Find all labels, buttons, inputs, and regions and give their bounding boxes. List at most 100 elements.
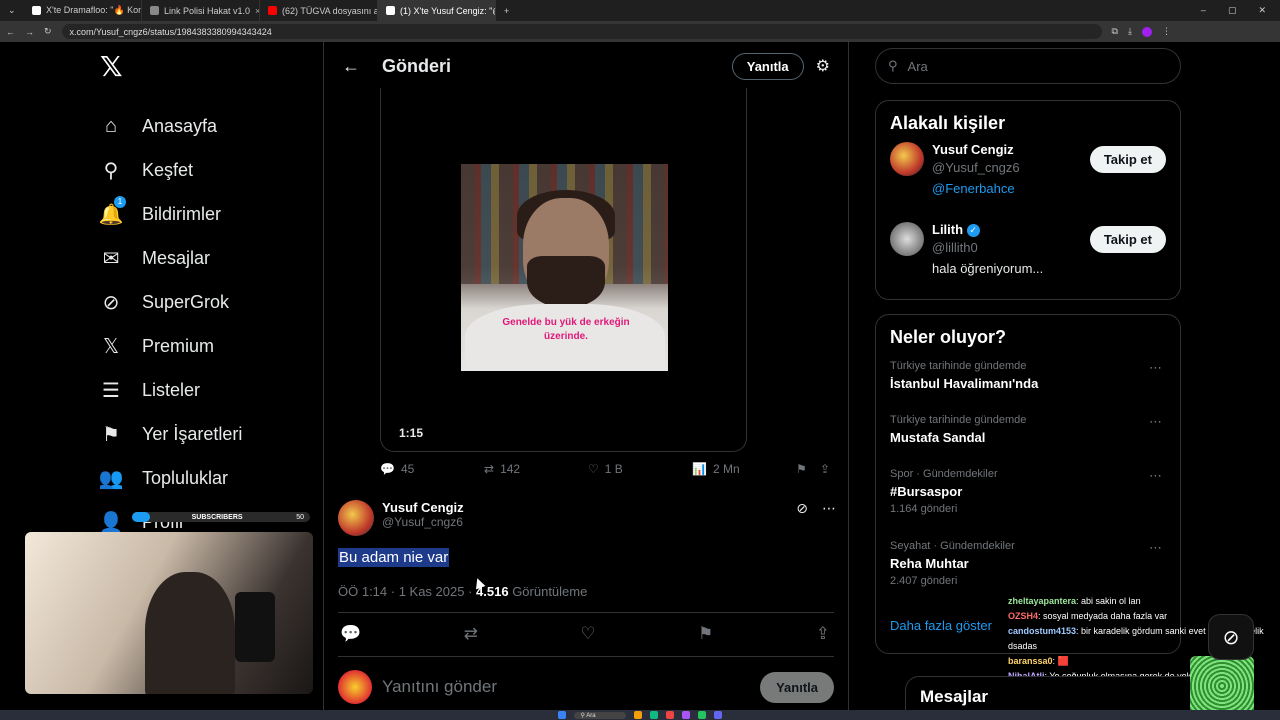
browser-tab[interactable]: (62) TÜGVA dosyasını açıyorum×	[260, 0, 378, 21]
author-handle[interactable]: @Yusuf_cngz6	[382, 515, 464, 529]
nav-item-mesajlar[interactable]: ✉ Mesajlar	[96, 236, 326, 280]
nav-item-keşfet[interactable]: ⚲ Keşfet	[96, 148, 326, 192]
profile-avatar-icon[interactable]	[1141, 26, 1152, 37]
main-post-author: Yusuf Cengiz @Yusuf_cngz6 ⊘ ⋯	[338, 500, 836, 536]
trend-item[interactable]: Türkiye tarihinde gündemde İstanbul Haval…	[876, 360, 1180, 414]
video-duration: 1:15	[399, 426, 424, 440]
discord-icon[interactable]	[713, 711, 722, 719]
related-person[interactable]: Yusuf Cengiz @Yusuf_cngz6 @Fenerbahce Ta…	[876, 142, 1180, 222]
author-name[interactable]: Yusuf Cengiz	[382, 500, 464, 515]
grok-floating-icon[interactable]: ⊘	[1208, 614, 1254, 660]
repost-icon: ⇄	[484, 462, 495, 476]
nav-item-bildirimler[interactable]: 🔔 1 Bildirimler	[96, 192, 326, 236]
more-options-icon[interactable]: ⋯	[1149, 540, 1162, 556]
search-input[interactable]: ⚲ Ara	[875, 48, 1181, 84]
nav-item-yer-i̇şaretleri[interactable]: ⚑ Yer İşaretleri	[96, 412, 326, 456]
reply-submit-button[interactable]: Yanıtla	[760, 671, 834, 703]
trend-title: #Bursaspor	[890, 484, 963, 499]
subscriber-count: 50	[296, 513, 304, 521]
browser-menu-icon[interactable]: ⋮	[1162, 26, 1171, 37]
chart-bars-icon: 📊	[692, 462, 707, 476]
video-thumbnail[interactable]: Genelde bu yük de erkeğin üzerinde.	[461, 164, 668, 371]
panel-title: Alakalı kişiler	[890, 113, 1006, 133]
follow-button[interactable]: Takip et	[1089, 226, 1166, 253]
share-icon[interactable]: ⇪	[820, 462, 830, 476]
app-icon[interactable]	[665, 711, 674, 719]
reply-icon[interactable]: 💬	[340, 624, 361, 644]
follow-button[interactable]: Takip et	[1089, 146, 1166, 173]
new-tab-icon[interactable]: +	[496, 0, 520, 21]
forward-nav-icon[interactable]: →	[25, 27, 34, 37]
repost-icon[interactable]: ⇄	[464, 624, 478, 644]
back-arrow-icon[interactable]: ←	[342, 56, 382, 77]
nav-item-label: Anasayfa	[142, 115, 218, 136]
taskbar-search[interactable]: ⚲ Ara	[574, 711, 626, 719]
person-bio[interactable]: @Fenerbahce	[932, 181, 1020, 196]
close-window-icon[interactable]: ✕	[1258, 5, 1266, 16]
repost-action[interactable]: ⇄ 142	[484, 462, 588, 476]
nav-item-listeler[interactable]: ☰ Listeler	[96, 368, 326, 412]
bookmark-icon[interactable]: ⚑	[698, 624, 713, 644]
windows-start-icon[interactable]	[558, 711, 567, 719]
avatar[interactable]	[890, 222, 924, 256]
extensions-icon[interactable]: ⧉	[1112, 26, 1118, 37]
minimize-icon[interactable]: –	[1201, 5, 1206, 16]
app-icon[interactable]	[633, 711, 642, 719]
nav-item-label: Listeler	[142, 379, 201, 400]
nav-list: ⌂ Anasayfa ⚲ Keşfet 🔔 1 Bildirimler ✉ Mesajlar ⊘ S…	[96, 104, 326, 544]
video-card[interactable]: Genelde bu yük de erkeğin üzerinde. 1:15	[380, 88, 747, 452]
app-icon[interactable]	[681, 711, 690, 719]
x-logo-icon[interactable]: 𝕏	[100, 50, 326, 86]
reply-action[interactable]: 💬 45	[380, 462, 484, 476]
views-action[interactable]: 📊 2 Mn	[692, 462, 796, 476]
post-timestamp[interactable]: ÖÖ 1:14 · 1 Kas 2025 ·	[338, 584, 476, 599]
app-icon[interactable]	[649, 711, 658, 719]
browser-tab[interactable]: Link Polisi Hakat v1.0 ×	[142, 0, 260, 21]
tab-menu-icon[interactable]: ⌄	[0, 0, 24, 21]
mail-icon: ✉	[102, 247, 120, 270]
maximize-icon[interactable]: ▢	[1228, 5, 1237, 16]
nav-item-supergrok[interactable]: ⊘ SuperGrok	[96, 280, 326, 324]
more-options-icon[interactable]: ⋯	[1149, 468, 1162, 484]
view-count: 2 Mn	[712, 462, 740, 476]
more-options-icon[interactable]: ⋯	[1149, 360, 1162, 376]
more-options-icon[interactable]: ⋯	[1149, 414, 1162, 430]
nav-item-topluluklar[interactable]: 👥 Topluluklar	[96, 456, 326, 500]
person-bio: hala öğreniyorum...	[932, 261, 1044, 277]
reload-icon[interactable]: ↻	[44, 26, 52, 37]
nav-item-anasayfa[interactable]: ⌂ Anasayfa	[96, 104, 326, 148]
reply-input[interactable]: Yanıtını gönder	[382, 677, 750, 697]
person-name[interactable]: Yusuf Cengiz	[932, 142, 1020, 157]
person-handle: @lillith0	[932, 240, 978, 256]
trend-item[interactable]: Türkiye tarihinde gündemde Mustafa Sandal…	[876, 414, 1180, 468]
tab-title: Link Polisi Hakat v1.0	[164, 5, 251, 16]
browser-tab[interactable]: X'te Dramafloo: "🔥 Konsol Oy×	[24, 0, 142, 21]
back-nav-icon[interactable]: ←	[6, 27, 15, 37]
reply-header-button[interactable]: Yanıtla	[731, 52, 804, 80]
person-name[interactable]: Lilith	[932, 222, 963, 237]
bookmark-icon[interactable]: ⚑	[796, 462, 820, 476]
grok-icon[interactable]: ⊘	[796, 500, 808, 536]
repost-count: 142	[500, 462, 521, 476]
heart-icon[interactable]: ♡	[580, 624, 595, 644]
subscriber-goal-bar: SUBSCRIBERS 50	[132, 512, 310, 522]
chat-username: baranssa0	[1008, 656, 1053, 666]
my-avatar[interactable]	[338, 670, 372, 704]
related-person[interactable]: Lilith ✓ @lillith0 hala öğreniyorum... T…	[876, 222, 1180, 302]
download-icon[interactable]: ⤓	[1128, 26, 1132, 37]
left-navigation: 𝕏 ⌂ Anasayfa ⚲ Keşfet 🔔 1 Bildirimler ✉ Mesajlar…	[96, 50, 326, 544]
avatar[interactable]	[890, 142, 924, 176]
browser-tab-active[interactable]: (1) X'te Yusuf Cengiz: "@lilith×	[378, 0, 496, 21]
more-options-icon[interactable]: ⋯	[822, 500, 836, 536]
main-post-actions: 💬 ⇄ ♡ ⚑ ⇪	[340, 624, 830, 644]
heart-icon: ♡	[588, 462, 599, 476]
like-action[interactable]: ♡ 1 B	[588, 462, 692, 476]
spotify-icon[interactable]	[697, 711, 706, 719]
trend-item[interactable]: Spor · Gündemdekiler #Bursaspor 1.164 gönd…	[876, 468, 1180, 540]
page-title: Gönderi	[382, 55, 452, 76]
nav-item-premium[interactable]: 𝕏 Premium	[96, 324, 326, 368]
settings-sliders-icon[interactable]: ⚙	[816, 56, 830, 76]
avatar[interactable]	[338, 500, 374, 536]
url-field[interactable]: x.com/Yusuf_cngz6/status/198438338099434…	[61, 24, 1102, 39]
share-icon[interactable]: ⇪	[816, 624, 830, 644]
